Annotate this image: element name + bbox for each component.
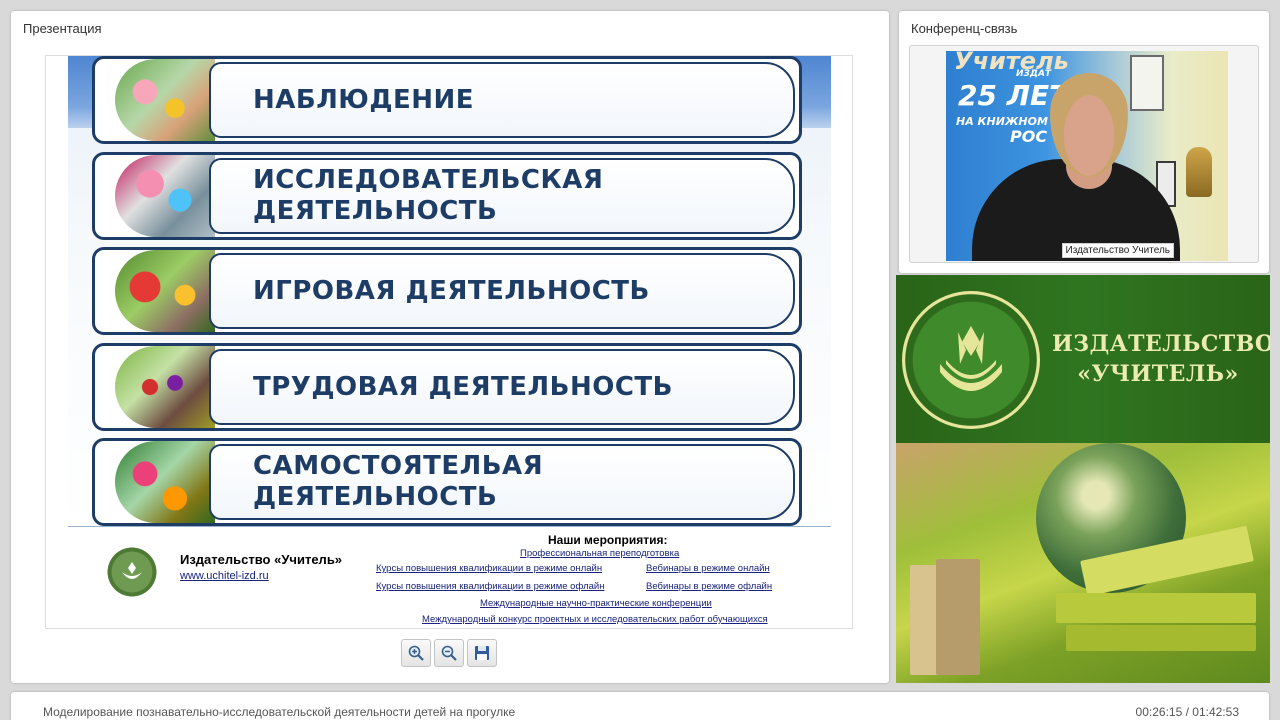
activity-photo [115, 346, 215, 428]
event-link[interactable]: Международный конкурс проектных и исслед… [422, 614, 768, 625]
activity-label: ИССЛЕДОВАТЕЛЬСКАЯ ДЕЯТЕЛЬНОСТЬ [253, 165, 604, 226]
event-link[interactable]: Вебинары в режиме офлайн [646, 581, 772, 592]
activity-label: НАБЛЮДЕНИЕ [253, 84, 475, 115]
event-link[interactable]: Вебинары в режиме онлайн [646, 563, 770, 574]
webinar-title: Моделирование познавательно-исследовател… [43, 705, 516, 719]
conference-panel: Конференц-связь Учитель ИЗДАТ 25 ЛЕТ НА … [899, 11, 1269, 273]
wall-certificate [1130, 55, 1164, 111]
poster-text: Учитель [954, 51, 1069, 75]
slide-divider [68, 526, 831, 527]
bottom-bar: Моделирование познавательно-исследовател… [11, 692, 1269, 720]
video-feed[interactable]: Учитель ИЗДАТ 25 ЛЕТ НА КНИЖНОМ Р РОС Из… [909, 45, 1259, 263]
publisher-logo-icon [106, 546, 158, 598]
activity-photo [115, 155, 215, 237]
brand-header: ИЗДАТЕЛЬСТВО «УЧИТЕЛЬ» [896, 275, 1270, 443]
poster-text: ИЗДАТ [1016, 69, 1052, 79]
publisher-url-link[interactable]: www.uchitel-izd.ru [180, 570, 269, 582]
brand-illustration [896, 443, 1270, 683]
event-link[interactable]: Профессиональная переподготовка [520, 548, 679, 559]
activity-card-independent: САМОСТОЯТЕЛЬАЯ ДЕЯТЕЛЬНОСТЬ [92, 438, 802, 526]
event-link[interactable]: Курсы повышения квалификации в режиме он… [376, 563, 602, 574]
activity-label: САМОСТОЯТЕЛЬАЯ ДЕЯТЕЛЬНОСТЬ [253, 451, 544, 512]
book-illustration [1056, 593, 1256, 623]
floppy-disk-icon [475, 646, 489, 660]
activity-card-research: ИССЛЕДОВАТЕЛЬСКАЯ ДЕЯТЕЛЬНОСТЬ [92, 152, 802, 240]
playback-time: 00:26:15 / 01:42:53 [1136, 705, 1239, 719]
slide-toolbar [401, 639, 497, 667]
speaker-head [1050, 73, 1128, 177]
publisher-emblem-icon [902, 291, 1040, 429]
activity-label: ТРУДОВАЯ ДЕЯТЕЛЬНОСТЬ [253, 371, 673, 402]
events-title: Наши мероприятия: [548, 533, 668, 547]
presentation-panel: Презентация НАБЛЮДЕНИЕ ИССЛЕДОВАТЕЛЬСКАЯ… [11, 11, 889, 683]
zoom-in-button[interactable] [401, 639, 431, 667]
speaker-name-tag: Издательство Учитель [1061, 243, 1174, 258]
activity-photo [115, 250, 215, 332]
poster-text: РОС [1010, 127, 1048, 146]
book-illustration [936, 559, 980, 675]
publisher-name: Издательство «Учитель» [180, 552, 343, 567]
conference-panel-title: Конференц-связь [911, 21, 1018, 36]
video-scene: Учитель ИЗДАТ 25 ЛЕТ НА КНИЖНОМ Р РОС [946, 51, 1228, 261]
book-illustration [1066, 625, 1256, 651]
zoom-in-icon [408, 645, 424, 661]
time-total: 01:42:53 [1192, 705, 1239, 719]
brand-name: ИЗДАТЕЛЬСТВО «УЧИТЕЛЬ» [1052, 331, 1270, 387]
activity-photo [115, 59, 215, 141]
event-link[interactable]: Международные научно-практические конфер… [480, 598, 712, 609]
event-link[interactable]: Курсы повышения квалификации в режиме оф… [376, 581, 604, 592]
time-elapsed: 00:26:15 [1135, 705, 1183, 719]
activity-label: ИГРОВАЯ ДЕЯТЕЛЬНОСТЬ [253, 275, 650, 306]
save-button[interactable] [467, 639, 497, 667]
brand-panel: ИЗДАТЕЛЬСТВО «УЧИТЕЛЬ» [896, 275, 1270, 683]
presentation-panel-title: Презентация [23, 21, 102, 36]
activity-card-play: ИГРОВАЯ ДЕЯТЕЛЬНОСТЬ [92, 247, 802, 335]
zoom-out-button[interactable] [434, 639, 464, 667]
activity-card-observation: НАБЛЮДЕНИЕ [92, 56, 802, 144]
activity-card-labor: ТРУДОВАЯ ДЕЯТЕЛЬНОСТЬ [92, 343, 802, 431]
presentation-slide: НАБЛЮДЕНИЕ ИССЛЕДОВАТЕЛЬСКАЯ ДЕЯТЕЛЬНОСТ… [45, 55, 853, 629]
time-separator: / [1182, 705, 1193, 719]
trophy [1186, 147, 1212, 197]
activity-photo [115, 441, 215, 523]
zoom-out-icon [441, 645, 457, 661]
